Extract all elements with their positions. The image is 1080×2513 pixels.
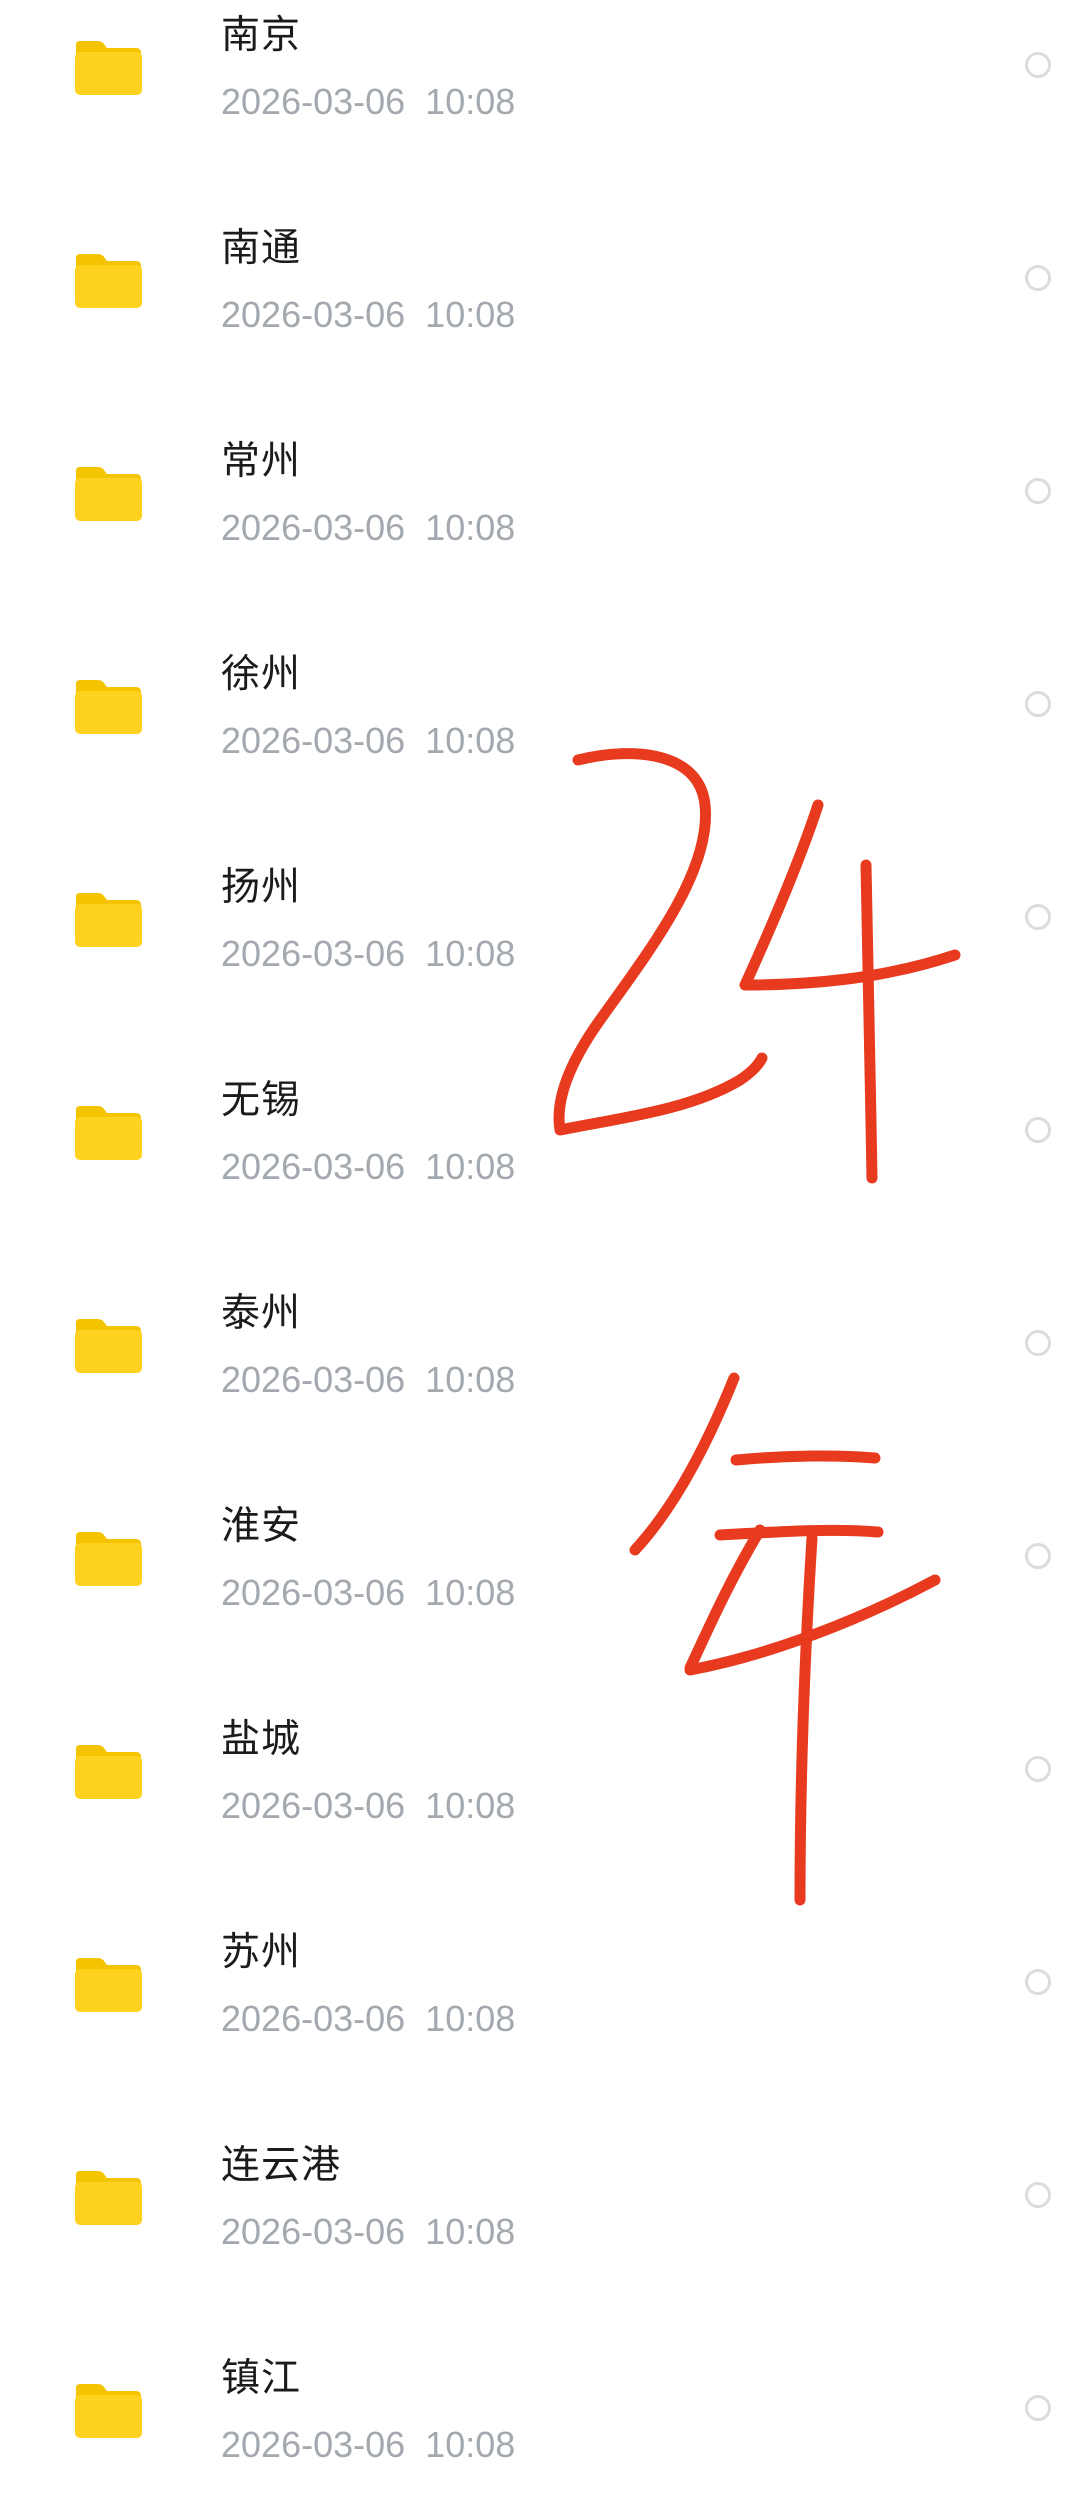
folder-name: 常州 xyxy=(221,439,302,484)
folder-name: 连云港 xyxy=(221,2143,342,2188)
folder-list: 南京 2026-03-06 10:08 南通 2026-03-06 10:08 常州 20… xyxy=(0,0,1080,2513)
modified-date: 2026-03-06 xyxy=(221,2424,406,2465)
select-radio[interactable] xyxy=(1025,265,1051,291)
modified-date: 2026-03-06 xyxy=(221,720,406,761)
folder-icon xyxy=(72,1956,144,2014)
modified-date: 2026-03-06 xyxy=(221,1785,406,1826)
file-manager-screen: 南京 2026-03-06 10:08 南通 2026-03-06 10:08 常州 20… xyxy=(0,0,1080,2513)
folder-icon xyxy=(72,1104,144,1162)
folder-row[interactable]: 徐州 2026-03-06 10:08 xyxy=(0,639,1080,852)
folder-row[interactable]: 泰州 2026-03-06 10:08 xyxy=(0,1278,1080,1491)
folder-icon xyxy=(72,1317,144,1375)
folder-name: 无锡 xyxy=(221,1078,302,1123)
select-radio[interactable] xyxy=(1025,1756,1051,1782)
folder-icon xyxy=(72,1530,144,1588)
modified-date: 2026-03-06 xyxy=(221,81,406,122)
folder-name: 南京 xyxy=(221,13,302,58)
modified-time: 10:08 xyxy=(425,1998,516,2039)
folder-icon xyxy=(72,891,144,949)
folder-modified-timestamp: 2026-03-06 10:08 xyxy=(221,2210,515,2254)
folder-icon xyxy=(72,2169,144,2227)
select-radio[interactable] xyxy=(1025,478,1051,504)
folder-name: 镇江 xyxy=(221,2356,302,2401)
select-radio[interactable] xyxy=(1025,1117,1051,1143)
modified-time: 10:08 xyxy=(425,2424,516,2465)
select-radio[interactable] xyxy=(1025,2182,1051,2208)
folder-modified-timestamp: 2026-03-06 10:08 xyxy=(221,293,515,337)
modified-time: 10:08 xyxy=(425,2211,516,2252)
folder-icon xyxy=(72,252,144,310)
modified-date: 2026-03-06 xyxy=(221,294,406,335)
folder-modified-timestamp: 2026-03-06 10:08 xyxy=(221,2423,515,2467)
modified-time: 10:08 xyxy=(425,1146,516,1187)
folder-name: 扬州 xyxy=(221,865,302,910)
modified-date: 2026-03-06 xyxy=(221,2211,406,2252)
folder-icon xyxy=(72,2382,144,2440)
select-radio[interactable] xyxy=(1025,1543,1051,1569)
folder-row[interactable]: 扬州 2026-03-06 10:08 xyxy=(0,852,1080,1065)
select-radio[interactable] xyxy=(1025,691,1051,717)
folder-name: 盐城 xyxy=(221,1717,302,1762)
modified-date: 2026-03-06 xyxy=(221,1572,406,1613)
modified-date: 2026-03-06 xyxy=(221,1359,406,1400)
folder-row[interactable]: 南通 2026-03-06 10:08 xyxy=(0,213,1080,426)
folder-modified-timestamp: 2026-03-06 10:08 xyxy=(221,932,515,976)
modified-time: 10:08 xyxy=(425,1572,516,1613)
folder-modified-timestamp: 2026-03-06 10:08 xyxy=(221,1784,515,1828)
modified-time: 10:08 xyxy=(425,294,516,335)
modified-time: 10:08 xyxy=(425,1785,516,1826)
folder-modified-timestamp: 2026-03-06 10:08 xyxy=(221,1997,515,2041)
modified-time: 10:08 xyxy=(425,1359,516,1400)
folder-row[interactable]: 连云港 2026-03-06 10:08 xyxy=(0,2130,1080,2343)
select-radio[interactable] xyxy=(1025,2395,1051,2421)
folder-row[interactable]: 南京 2026-03-06 10:08 xyxy=(0,0,1080,213)
folder-modified-timestamp: 2026-03-06 10:08 xyxy=(221,506,515,550)
folder-modified-timestamp: 2026-03-06 10:08 xyxy=(221,1145,515,1189)
select-radio[interactable] xyxy=(1025,1330,1051,1356)
folder-icon xyxy=(72,678,144,736)
modified-date: 2026-03-06 xyxy=(221,1146,406,1187)
select-radio[interactable] xyxy=(1025,1969,1051,1995)
folder-row[interactable]: 镇江 2026-03-06 10:08 xyxy=(0,2343,1080,2513)
folder-modified-timestamp: 2026-03-06 10:08 xyxy=(221,80,515,124)
folder-row[interactable]: 无锡 2026-03-06 10:08 xyxy=(0,1065,1080,1278)
modified-time: 10:08 xyxy=(425,81,516,122)
select-radio[interactable] xyxy=(1025,52,1051,78)
modified-date: 2026-03-06 xyxy=(221,933,406,974)
folder-icon xyxy=(72,465,144,523)
folder-modified-timestamp: 2026-03-06 10:08 xyxy=(221,1571,515,1615)
modified-time: 10:08 xyxy=(425,933,516,974)
folder-name: 淮安 xyxy=(221,1504,302,1549)
modified-date: 2026-03-06 xyxy=(221,507,406,548)
folder-name: 南通 xyxy=(221,226,302,271)
modified-date: 2026-03-06 xyxy=(221,1998,406,2039)
folder-name: 泰州 xyxy=(221,1291,302,1336)
folder-icon xyxy=(72,1743,144,1801)
folder-icon xyxy=(72,39,144,97)
folder-row[interactable]: 淮安 2026-03-06 10:08 xyxy=(0,1491,1080,1704)
folder-row[interactable]: 苏州 2026-03-06 10:08 xyxy=(0,1917,1080,2130)
folder-row[interactable]: 常州 2026-03-06 10:08 xyxy=(0,426,1080,639)
folder-modified-timestamp: 2026-03-06 10:08 xyxy=(221,1358,515,1402)
folder-modified-timestamp: 2026-03-06 10:08 xyxy=(221,719,515,763)
select-radio[interactable] xyxy=(1025,904,1051,930)
modified-time: 10:08 xyxy=(425,720,516,761)
modified-time: 10:08 xyxy=(425,507,516,548)
folder-name: 徐州 xyxy=(221,652,302,697)
folder-name: 苏州 xyxy=(221,1930,302,1975)
folder-row[interactable]: 盐城 2026-03-06 10:08 xyxy=(0,1704,1080,1917)
